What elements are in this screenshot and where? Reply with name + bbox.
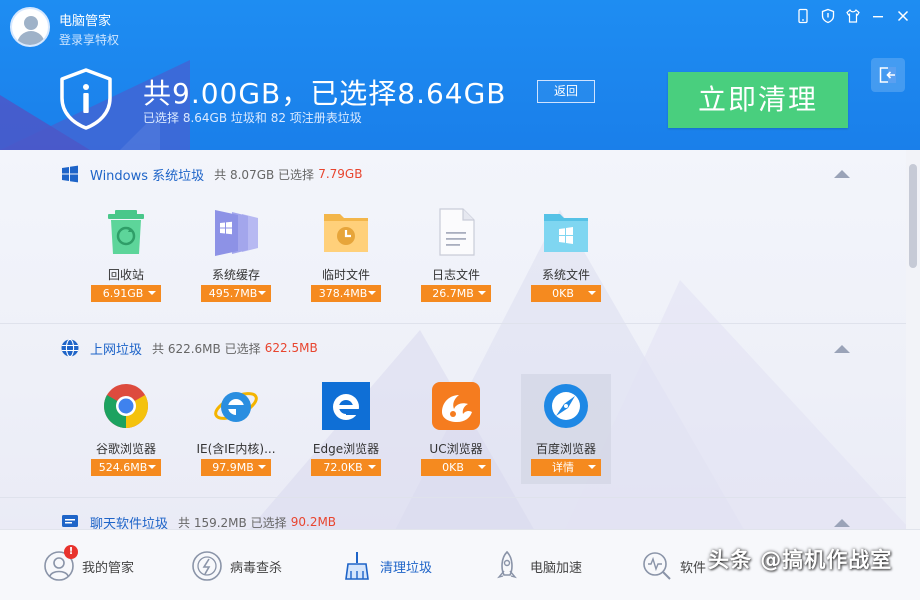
temp-folder-icon — [324, 214, 368, 252]
junk-item-system-files[interactable]: 系统文件 0KB — [521, 208, 611, 318]
system-folder-icon — [544, 214, 588, 252]
log-file-icon — [439, 208, 475, 256]
bottom-nav: ! 我的管家 病毒查杀 清理垃圾 电脑加速 软件 头条 @搞机作战室 — [0, 529, 920, 600]
window-controls — [794, 8, 912, 26]
collapse-arrow-icon[interactable] — [834, 345, 850, 353]
junk-item-chrome[interactable]: 谷歌浏览器 524.6MB — [81, 382, 171, 492]
broom-icon — [340, 549, 374, 583]
scroll-thumb[interactable] — [909, 164, 917, 268]
section-divider — [0, 497, 906, 498]
nav-software[interactable]: 软件 — [640, 548, 706, 584]
size-dropdown[interactable]: 0KB — [531, 285, 601, 302]
junk-list-panel: Windows 系统垃圾 共 8.07GB 已选择 7.79GB 回收站 6.9… — [0, 150, 920, 529]
junk-item-edge[interactable]: Edge浏览器 72.0KB — [301, 382, 391, 492]
section-header-internet: 上网垃圾 共 622.6MB 已选择 622.5MB — [60, 338, 318, 358]
app-title: 电脑管家 — [59, 14, 112, 29]
size-dropdown[interactable]: 0KB — [421, 459, 491, 476]
size-dropdown[interactable]: 6.91GB — [91, 285, 161, 302]
avatar[interactable] — [10, 7, 50, 47]
summary-subtitle: 已选择 8.64GB 垃圾和 82 项注册表垃圾 — [143, 111, 362, 125]
header-bar: 电脑管家 登录享特权 共9.00GB，已选择8.64GB 已选择 8.64GB … — [0, 0, 920, 150]
recycle-bin-icon — [108, 210, 144, 254]
nav-clean-junk[interactable]: 清理垃圾 — [340, 548, 432, 584]
section-header-chat: 聊天软件垃圾 共 159.2MB 已选择 90.2MB — [60, 512, 336, 529]
scrollbar[interactable] — [906, 150, 920, 529]
collapse-arrow-icon[interactable] — [834, 519, 850, 527]
skin-icon[interactable] — [844, 8, 862, 26]
junk-item-system-cache[interactable]: 系统缓存 495.7MB — [191, 208, 281, 318]
login-vip-link[interactable]: 登录享特权 — [59, 31, 119, 48]
junk-item-temp-files[interactable]: 临时文件 378.4MB — [301, 208, 391, 318]
size-dropdown[interactable]: 495.7MB — [201, 285, 271, 302]
virus-scan-icon — [190, 549, 224, 583]
collapse-arrow-icon[interactable] — [834, 170, 850, 178]
shield-badge-icon[interactable] — [819, 8, 837, 26]
globe-icon — [61, 338, 79, 358]
junk-item-ie[interactable]: IE(含IE内核)... 97.9MB — [191, 382, 281, 492]
notification-badge: ! — [64, 545, 78, 559]
exit-icon — [879, 67, 896, 83]
rocket-icon — [490, 549, 524, 583]
details-dropdown[interactable]: 详情 — [531, 459, 601, 476]
nav-virus-scan[interactable]: 病毒查杀 — [190, 548, 282, 584]
baidu-browser-icon — [544, 384, 588, 428]
watermark: 头条 @搞机作战室 — [708, 548, 893, 572]
info-shield-icon — [60, 68, 112, 130]
chrome-icon — [104, 384, 148, 428]
system-cache-icon — [215, 210, 258, 256]
summary-title: 共9.00GB，已选择8.64GB — [143, 77, 507, 110]
back-button[interactable]: 返回 — [537, 80, 595, 103]
nav-speed-up[interactable]: 电脑加速 — [490, 548, 582, 584]
software-icon — [640, 549, 674, 583]
size-dropdown[interactable]: 72.0KB — [311, 459, 381, 476]
section-header-windows: Windows 系统垃圾 共 8.07GB 已选择 7.79GB — [60, 164, 362, 184]
junk-item-log-files[interactable]: 日志文件 26.7MB — [411, 208, 501, 318]
edge-icon — [322, 382, 370, 430]
sidebar-toggle-button[interactable] — [871, 58, 905, 92]
size-dropdown[interactable]: 378.4MB — [311, 285, 381, 302]
butler-icon: ! — [42, 545, 78, 583]
windows-icon — [62, 165, 78, 183]
clean-now-button[interactable]: 立即清理 — [668, 72, 848, 128]
ie-icon — [214, 392, 258, 422]
minimize-icon[interactable] — [869, 8, 887, 26]
nav-my-butler[interactable]: ! 我的管家 — [42, 545, 134, 584]
junk-item-baidu-browser[interactable]: 百度浏览器 详情 — [521, 374, 611, 484]
junk-item-uc[interactable]: UC浏览器 0KB — [411, 382, 501, 492]
size-dropdown[interactable]: 524.6MB — [91, 459, 161, 476]
chat-icon — [62, 515, 78, 527]
phone-icon[interactable] — [794, 8, 812, 26]
size-dropdown[interactable]: 97.9MB — [201, 459, 271, 476]
section-divider — [0, 323, 906, 324]
size-dropdown[interactable]: 26.7MB — [421, 285, 491, 302]
uc-icon — [432, 382, 480, 430]
close-icon[interactable] — [894, 8, 912, 26]
junk-item-recycle-bin[interactable]: 回收站 6.91GB — [81, 208, 171, 318]
